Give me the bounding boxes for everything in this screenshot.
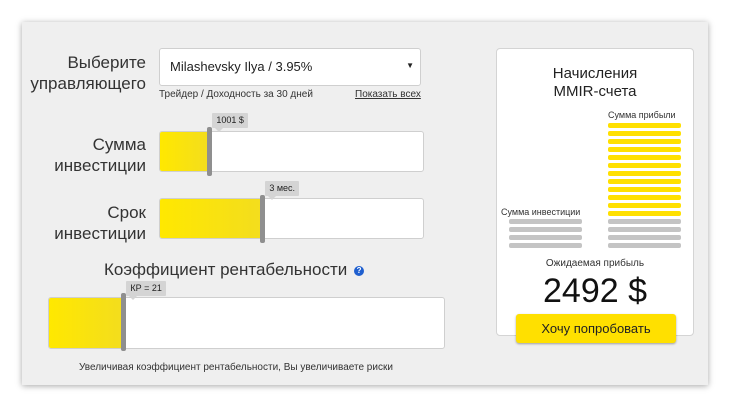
show-all-link[interactable]: Показать всех	[355, 89, 421, 100]
investment-slider-handle[interactable]	[207, 127, 213, 176]
coefficient-title-text: Коэффициент рентабельности	[104, 260, 348, 279]
manager-hint: Трейдер / Доходность за 30 дней	[159, 89, 313, 100]
profit-bar	[608, 155, 681, 160]
manager-select[interactable]: Milashevsky Ilya / 3.95% ▼	[159, 48, 421, 86]
profit-bar	[608, 131, 681, 136]
profit-bar	[608, 187, 681, 192]
summary-card: Начисления MMIR-счета Сумма прибыли Сумм…	[496, 48, 694, 343]
term-slider[interactable]	[159, 198, 424, 239]
investment-slider[interactable]	[159, 131, 424, 172]
profit-bar	[608, 203, 681, 208]
summary-title-line1: Начисления	[552, 65, 638, 82]
manager-select-value: Milashevsky Ilya / 3.95%	[170, 59, 313, 74]
profit-bar	[608, 243, 681, 248]
investment-label-line2: инвестиции	[54, 156, 146, 175]
term-value-tooltip: 3 мес.	[265, 181, 300, 200]
profit-bar	[608, 211, 681, 216]
expected-profit-label: Ожидаемая прибыль	[545, 258, 645, 269]
term-label-line1: Срок	[107, 203, 146, 222]
investment-bar	[509, 219, 582, 224]
coefficient-slider-handle[interactable]	[121, 293, 127, 351]
profit-bar	[608, 179, 681, 184]
profit-bar	[608, 139, 681, 144]
manager-label-line2: управляющего	[30, 74, 146, 93]
investment-value-tooltip: 1001 $	[212, 113, 248, 132]
investment-bar	[509, 235, 582, 240]
term-slider-fill	[160, 199, 264, 238]
profit-bar	[608, 123, 681, 128]
expected-profit-value: 2492 $	[543, 272, 647, 310]
term-label-line2: инвестиции	[54, 224, 146, 243]
coefficient-value-tooltip: КР = 21	[126, 281, 166, 300]
term-label: Срок инвестиции	[30, 202, 146, 244]
investment-label: Сумма инвестиции	[30, 134, 146, 176]
profit-bars-label: Сумма прибыли	[608, 110, 676, 120]
profit-bar	[608, 219, 681, 224]
coefficient-slider[interactable]	[48, 297, 445, 349]
investment-bar	[509, 243, 582, 248]
manager-label: Выберите управляющего	[30, 52, 146, 94]
profit-bar	[608, 163, 681, 168]
profit-bar	[608, 235, 681, 240]
term-slider-handle[interactable]	[260, 195, 266, 243]
coefficient-title: Коэффициент рентабельности ?	[104, 260, 365, 280]
investment-bar	[509, 227, 582, 232]
profit-bar	[608, 171, 681, 176]
manager-label-line1: Выберите	[67, 53, 146, 72]
investment-label-line1: Сумма	[92, 135, 146, 154]
investment-bars-label: Сумма инвестиции	[501, 207, 581, 217]
risk-note: Увеличивая коэффициент рентабельности, В…	[79, 362, 393, 373]
profit-bar	[608, 147, 681, 152]
summary-title: Начисления MMIR-счета	[497, 65, 693, 101]
profit-bar	[608, 195, 681, 200]
summary-title-line2: MMIR-счета	[553, 83, 637, 100]
try-button[interactable]: Хочу попробовать	[516, 314, 676, 343]
chevron-down-icon: ▼	[406, 61, 414, 70]
help-icon[interactable]: ?	[354, 265, 365, 276]
investment-slider-fill	[160, 132, 211, 171]
profit-bar	[608, 227, 681, 232]
coefficient-slider-fill	[49, 298, 125, 348]
